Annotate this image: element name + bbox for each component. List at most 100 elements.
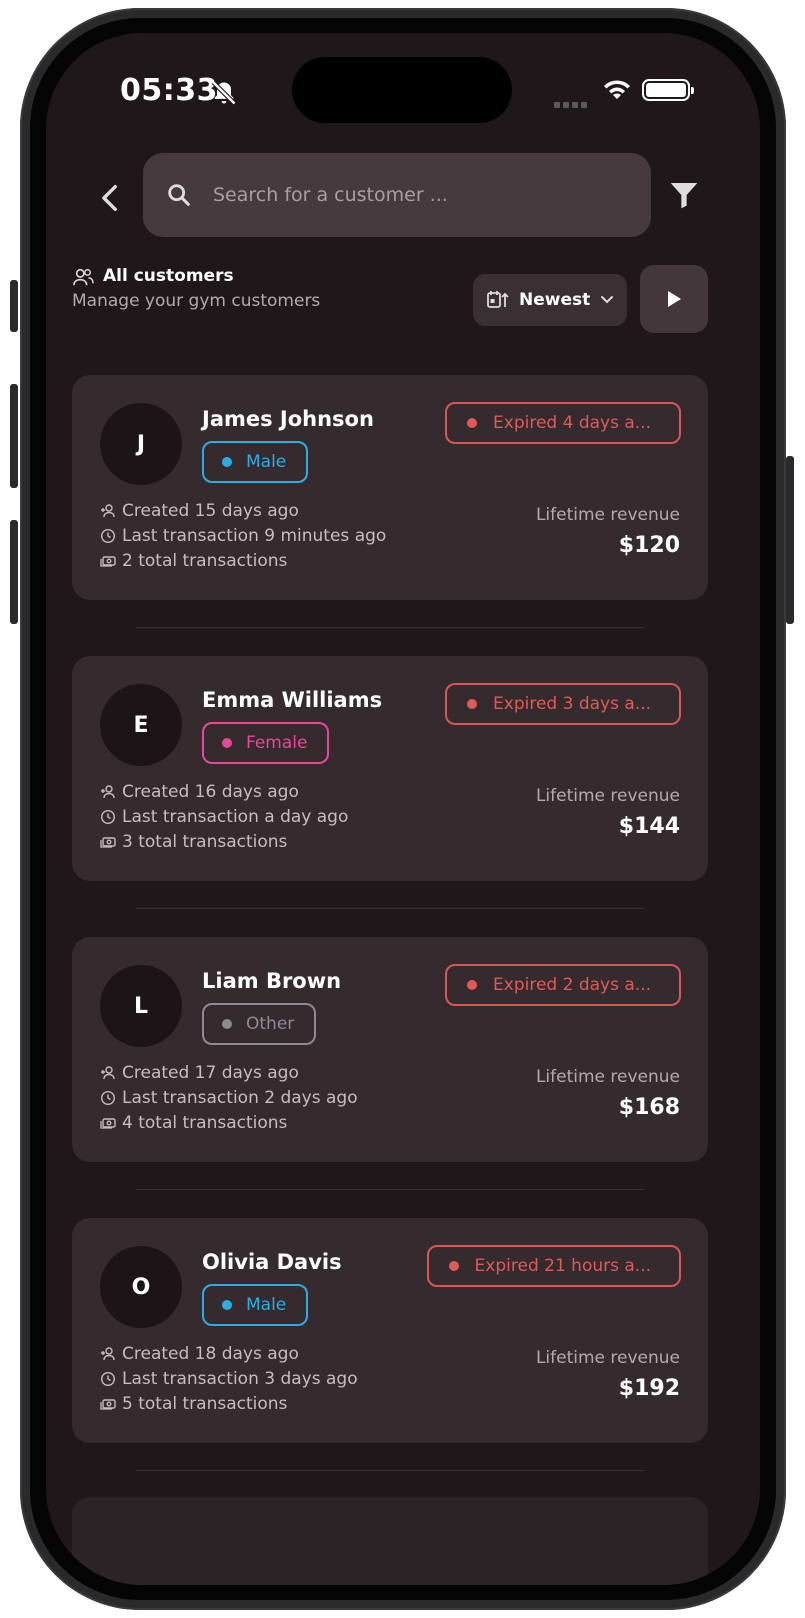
search-bar[interactable]: [143, 153, 651, 237]
list-divider: [136, 1189, 644, 1190]
user-plus-icon: [101, 785, 115, 799]
status-label: Expired 2 days a...: [493, 975, 651, 995]
created-info: Created 17 days ago: [100, 1063, 299, 1083]
revenue-label: Lifetime revenue: [535, 1067, 680, 1087]
last-transaction-info: Last transaction 9 minutes ago: [100, 526, 386, 546]
status-time: 05:33: [120, 73, 218, 108]
calendar-sort-icon: [487, 291, 509, 308]
status-badge: Expired 3 days a...: [445, 683, 681, 725]
total-transactions-text: 3 total transactions: [122, 832, 288, 852]
user-plus-icon: [101, 504, 115, 518]
list-divider: [136, 908, 644, 909]
user-plus-icon: [101, 1347, 115, 1361]
total-transactions-text: 5 total transactions: [122, 1394, 288, 1414]
section-subtitle: Manage your gym customers: [72, 291, 321, 311]
clock-icon: [100, 809, 116, 825]
customer-card[interactable]: L Liam Brown Other Expired 2 days a... Creat…: [72, 937, 708, 1162]
clock-icon: [100, 1090, 116, 1106]
revenue-value: $168: [618, 1095, 680, 1120]
created-text: Created 18 days ago: [122, 1344, 299, 1364]
revenue-label: Lifetime revenue: [535, 786, 680, 806]
gender-badge: Other: [202, 1003, 317, 1045]
revenue-value: $120: [618, 533, 680, 558]
revenue-value: $192: [618, 1376, 680, 1401]
section-title: All customers: [103, 266, 234, 286]
search-icon: [168, 184, 190, 206]
total-transactions-info: 5 total transactions: [100, 1394, 287, 1414]
customer-card[interactable]: E Emma Williams Female Expired 3 days a... C…: [72, 656, 708, 881]
last-transaction-info: Last transaction 2 days ago: [100, 1088, 358, 1108]
status-badge: Expired 21 hours a...: [426, 1245, 681, 1287]
gender-badge: Female: [202, 722, 330, 764]
status-label: Expired 21 hours a...: [474, 1256, 651, 1276]
customer-name: Olivia Davis: [202, 1250, 342, 1274]
customer-name: Liam Brown: [202, 969, 342, 993]
avatar: J: [100, 403, 182, 485]
created-info: Created 18 days ago: [100, 1344, 299, 1364]
total-transactions-info: 2 total transactions: [100, 551, 287, 571]
revenue-label: Lifetime revenue: [535, 505, 680, 525]
clock-icon: [100, 1371, 116, 1387]
created-info: Created 15 days ago: [100, 501, 299, 521]
list-item-partial[interactable]: [72, 1497, 708, 1585]
last-transaction-text: Last transaction 9 minutes ago: [122, 526, 387, 546]
gender-label: Male: [246, 1295, 287, 1315]
filter-icon[interactable]: [668, 178, 700, 212]
play-button[interactable]: [640, 265, 708, 333]
customer-name: Emma Williams: [202, 688, 383, 712]
gender-badge: Male: [202, 1284, 309, 1326]
status-badge: Expired 2 days a...: [445, 964, 681, 1006]
gender-dot: [222, 738, 232, 748]
status-dot: [467, 980, 478, 990]
total-transactions-text: 4 total transactions: [122, 1113, 288, 1133]
cash-icon: [100, 1399, 116, 1410]
customer-card[interactable]: J James Johnson Male Expired 4 days a... Cre…: [72, 375, 708, 600]
gender-label: Female: [246, 733, 308, 753]
list-divider: [136, 1470, 644, 1471]
gender-dot: [222, 1300, 232, 1310]
battery-icon: [642, 79, 694, 101]
user-plus-icon: [101, 1066, 115, 1080]
play-icon: [668, 291, 681, 307]
cellular-signal-icon: [554, 93, 590, 108]
back-arrow-icon[interactable]: [94, 181, 128, 215]
sort-dropdown[interactable]: Newest: [473, 274, 627, 326]
customer-name: James Johnson: [202, 407, 374, 431]
volume-down-button: [10, 520, 18, 624]
avatar: L: [100, 965, 182, 1047]
customer-card[interactable]: O Olivia Davis Male Expired 21 hours a... Cr…: [72, 1218, 708, 1443]
clock-icon: [100, 528, 116, 544]
last-transaction-text: Last transaction 3 days ago: [122, 1369, 358, 1389]
gender-dot: [222, 1019, 232, 1029]
avatar: E: [100, 684, 182, 766]
cash-icon: [100, 556, 116, 567]
last-transaction-info: Last transaction a day ago: [100, 807, 348, 827]
created-text: Created 17 days ago: [122, 1063, 299, 1083]
action-button: [10, 280, 18, 332]
search-input[interactable]: [213, 184, 633, 206]
gender-badge: Male: [202, 441, 309, 483]
power-button: [786, 456, 794, 624]
avatar: O: [100, 1246, 182, 1328]
cash-icon: [100, 1118, 116, 1129]
dynamic-island: [292, 57, 512, 123]
total-transactions-info: 3 total transactions: [100, 832, 287, 852]
last-transaction-text: Last transaction a day ago: [122, 807, 349, 827]
sort-label: Newest: [519, 290, 591, 310]
status-dot: [448, 1261, 459, 1271]
last-transaction-text: Last transaction 2 days ago: [122, 1088, 358, 1108]
cash-icon: [100, 837, 116, 848]
gender-label: Male: [246, 452, 287, 472]
users-icon: [73, 268, 94, 286]
status-label: Expired 4 days a...: [493, 413, 651, 433]
gender-dot: [222, 457, 232, 467]
last-transaction-info: Last transaction 3 days ago: [100, 1369, 358, 1389]
status-label: Expired 3 days a...: [493, 694, 651, 714]
screen: 05:33 All customers Manage your gym cust…: [46, 33, 760, 1585]
total-transactions-text: 2 total transactions: [122, 551, 288, 571]
gender-label: Other: [246, 1014, 295, 1034]
status-dot: [467, 418, 478, 428]
wifi-icon: [604, 80, 630, 99]
created-info: Created 16 days ago: [100, 782, 299, 802]
volume-up-button: [10, 384, 18, 488]
